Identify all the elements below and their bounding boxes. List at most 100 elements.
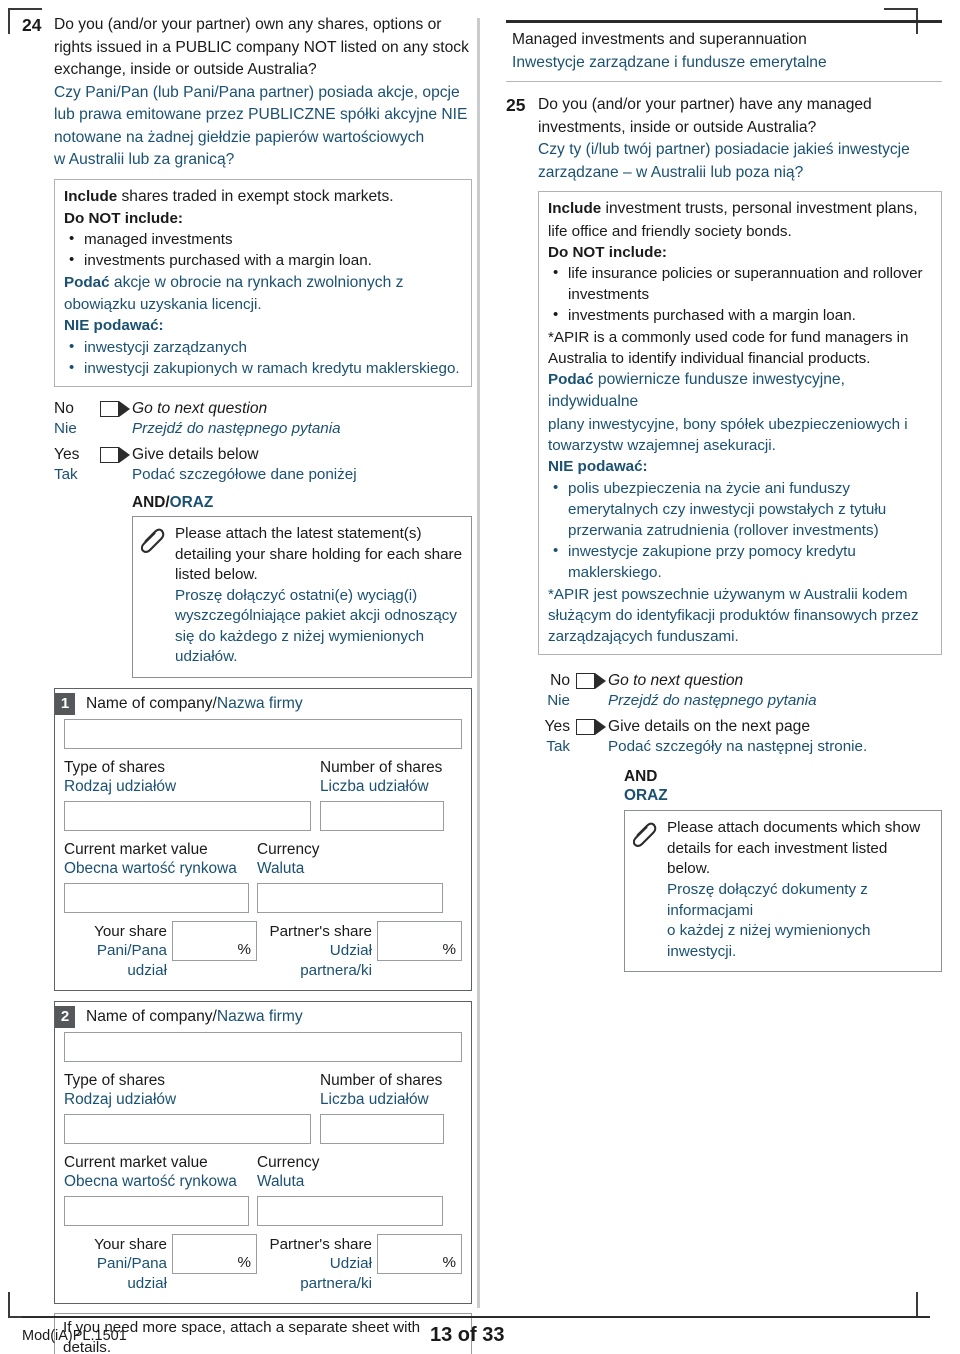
entry-2-number-of-shares-input[interactable] — [320, 1113, 444, 1144]
entry-1-value-currency-inputs — [64, 882, 462, 913]
question-25-number: 25 — [506, 95, 526, 115]
nie-podawac-pl-list: inwestycji zarządzanych inwestycji zakup… — [64, 336, 463, 379]
answer-no-action-pl: Przejdź do następnego pytania — [608, 692, 817, 710]
question-24-info-box: Include shares traded in exempt stock ma… — [54, 178, 472, 387]
entry-1-type-of-shares-input[interactable] — [64, 800, 311, 831]
and-label: AND/ — [132, 493, 170, 511]
podac-text-1: akcje w obrocie na rynkach zwolnionych z — [109, 273, 404, 291]
company-entry-1: 1 Name of company/Nazwa firmy Type of sh… — [54, 688, 472, 992]
entry-2-header: 2 Name of company/Nazwa firmy — [55, 1002, 462, 1032]
entry-2-currency-input[interactable] — [257, 1195, 443, 1226]
entry-2-badge: 2 — [55, 1006, 75, 1029]
answer-yes-checkbox[interactable] — [100, 446, 119, 463]
question-24-number: 24 — [22, 15, 42, 35]
attach-documents-box: Please attach documents which show detai… — [624, 810, 942, 973]
entry-1-your-share-input[interactable]: % — [172, 920, 257, 961]
attach-pl-line-2: o każdej z niżej wymienionych inwestycji… — [667, 922, 871, 960]
entry-1-header: 1 Name of company/Nazwa firmy — [55, 689, 462, 719]
column-divider — [477, 18, 480, 1308]
do-not-include-label: Do NOT include: — [548, 243, 667, 261]
answer-no-row: No Nie Go to next question Przejdź do na… — [538, 671, 942, 711]
question-24-pl-line-3: notowane na żadnej giełdzie papierów war… — [54, 128, 425, 146]
percent-sign: % — [237, 940, 251, 958]
entry-1-type-number-labels: Type of shares Rodzaj udziałów Number of… — [64, 758, 462, 797]
attach-en-line-1: Please attach documents which show — [667, 819, 921, 837]
apir-pl-line-1: *APIR jest powszechnie używanym w Austra… — [548, 585, 908, 603]
name-of-company-label-pl: Nazwa firmy — [216, 1008, 303, 1026]
entry-1-number-of-shares-input[interactable] — [320, 800, 444, 831]
attach-pl-line-1: Proszę dołączyć dokumenty z informacjami — [667, 880, 868, 919]
entry-2-company-name-input[interactable] — [64, 1031, 462, 1062]
entry-2-value-currency-labels: Current market value Obecna wartość rynk… — [64, 1153, 462, 1192]
apir-en-line-2: Australia to identify individual financi… — [548, 349, 871, 367]
answer-no-action-en: Go to next question — [608, 672, 744, 690]
footer-rule — [22, 1316, 930, 1318]
question-24-en-line-3: exchange, inside or outside Australia? — [54, 61, 317, 78]
currency-label-pl: Waluta — [257, 1173, 305, 1191]
type-of-shares-label-pl: Rodzaj udziałów — [64, 778, 177, 796]
answer-no-checkbox[interactable] — [576, 673, 595, 690]
entry-1-share-row: Your share Pani/Pana udział % Partner's … — [64, 920, 462, 981]
current-market-value-label-pl: Obecna wartość rynkowa — [64, 860, 237, 878]
name-of-company-label-en: Name of company/ — [86, 695, 217, 713]
entry-1-company-name-input[interactable] — [64, 718, 462, 749]
question-24: 24 Do you (and/or your partner) own any … — [22, 14, 472, 1354]
form-page: 24 Do you (and/or your partner) own any … — [0, 0, 960, 1354]
partner-share-label-en: Partner's share — [269, 922, 372, 940]
section-title-pl: Inwestycje zarządzane i fundusze emeryta… — [512, 53, 827, 71]
entry-1-title: Name of company/Nazwa firmy — [86, 693, 303, 716]
answer-yes-action-pl: Podać szczegóły na następnej stronie. — [608, 738, 868, 756]
footer-form-code: Mod(iA)PL.1501 — [22, 1328, 127, 1344]
entry-2-type-of-shares-input[interactable] — [64, 1113, 311, 1144]
entry-2-market-value-input[interactable] — [64, 1195, 249, 1226]
attach-en-line-2: detailing your share holding for each sh… — [175, 545, 463, 563]
answer-yes-row: Yes Tak Give details on the next page Po… — [538, 717, 942, 757]
question-25-en-line-1: Do you (and/or your partner) have any ma… — [538, 96, 872, 113]
name-of-company-label-en: Name of company/ — [86, 1008, 217, 1026]
do-not-include-en-list: managed investments investments purchase… — [64, 228, 463, 271]
apir-pl-line-3: zarządzających funduszami. — [548, 627, 739, 645]
oraz-label: ORAZ — [624, 787, 668, 805]
entry-1-partner-share-input[interactable]: % — [377, 920, 462, 961]
arrow-right-icon — [119, 446, 130, 463]
attach-pl-line-4: udziałów. — [175, 648, 238, 666]
nie-podawac-pl-list: polis ubezpieczenia na życie ani fundusz… — [548, 477, 933, 584]
question-24-pl-line-1: Czy Pani/Pan (lub Pani/Pana partner) pos… — [54, 83, 460, 101]
section-banner: Managed investments and superannuation I… — [506, 23, 942, 81]
entry-1-market-value-input[interactable] — [64, 882, 249, 913]
entry-1-type-number-inputs — [64, 800, 462, 831]
include-label: Include — [64, 187, 118, 205]
partner-share-label-pl-1: Udział — [329, 942, 372, 960]
paperclip-icon — [632, 818, 667, 856]
partner-share-label-pl-2: partnera/ki — [300, 961, 372, 979]
list-item: inwestycji zarządzanych — [64, 336, 463, 358]
answer-no-checkbox[interactable] — [100, 400, 119, 417]
question-25: 25 Do you (and/or your partner) have any… — [506, 94, 942, 973]
apir-en-line-1: *APIR is a commonly used code for fund m… — [548, 328, 909, 346]
podac-line-1: Podać akcje w obrocie na rynkach zwolnio… — [64, 272, 463, 295]
answer-no-label-en: No — [550, 672, 570, 690]
answer-yes-label-en: Yes — [54, 445, 80, 463]
podac-line-1: Podać powiernicze fundusze inwestycyjne,… — [548, 369, 933, 414]
entry-1-currency-input[interactable] — [257, 882, 443, 913]
question-25-pl-line-1: Czy ty (i/lub twój partner) posiadacie j… — [538, 141, 910, 158]
entry-2-title: Name of company/Nazwa firmy — [86, 1006, 303, 1029]
partner-share-label-pl-1: Udział — [329, 1255, 372, 1273]
include-text: shares traded in exempt stock markets. — [117, 187, 394, 205]
attach-en-line-2: details for each investment listed below… — [667, 839, 888, 878]
attach-statement-box: Please attach the latest statement(s) de… — [132, 515, 472, 679]
number-of-shares-label-en: Number of shares — [320, 758, 443, 776]
question-24-en-line-2: rights issued in a PUBLIC company NOT li… — [54, 38, 469, 56]
include-line-2: life office and friendly society bonds. — [548, 222, 792, 240]
entry-2-value-currency-inputs — [64, 1195, 462, 1226]
type-of-shares-label-en: Type of shares — [64, 758, 165, 776]
answer-yes-checkbox[interactable] — [576, 719, 595, 736]
entry-1-badge: 1 — [55, 693, 75, 716]
answer-yes-action-en: Give details on the next page — [608, 718, 810, 736]
answer-yes-row: Yes Tak Give details below Podać szczegó… — [54, 445, 472, 485]
entry-2-partner-share-input[interactable]: % — [377, 1233, 462, 1274]
include-label: Include — [548, 200, 602, 217]
answer-no-label-en: No — [54, 399, 74, 417]
entry-2-your-share-input[interactable]: % — [172, 1233, 257, 1274]
question-25-answers: No Nie Go to next question Przejdź do na… — [538, 671, 942, 757]
